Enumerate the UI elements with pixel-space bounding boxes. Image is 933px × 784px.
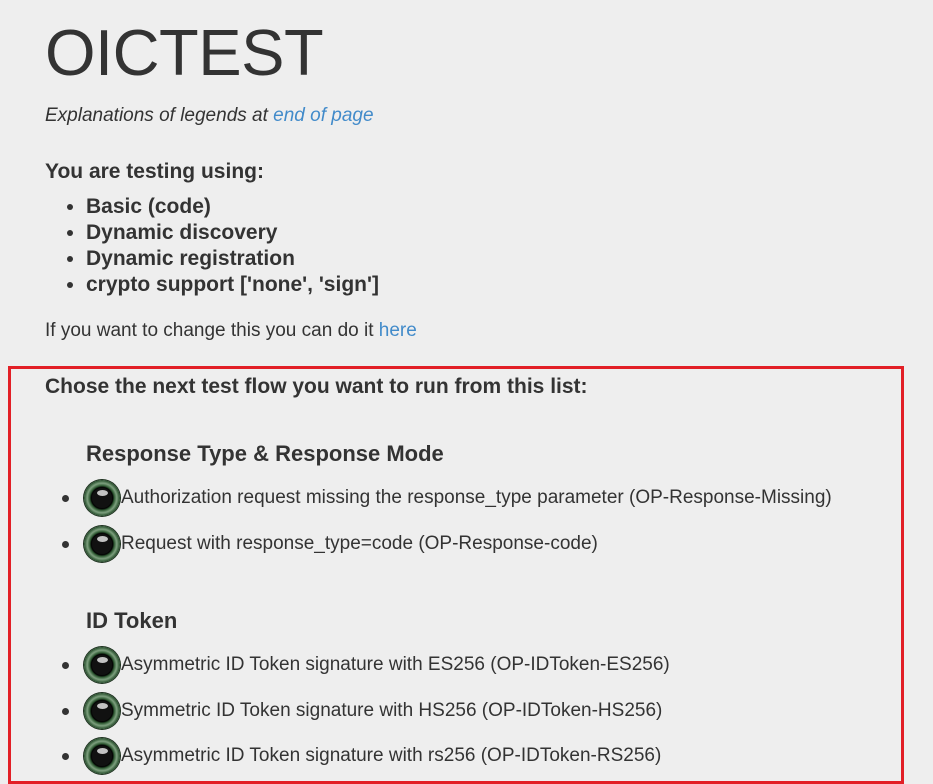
test-item-op-response-missing[interactable]: Authorization request missing the respon… xyxy=(62,479,832,517)
test-item-op-response-code[interactable]: Request with response_type=code (OP-Resp… xyxy=(62,525,598,563)
bullet xyxy=(62,707,69,715)
test-item-op-idtoken-hs256[interactable]: Symmetric ID Token signature with HS256 … xyxy=(62,692,662,730)
page-title: OICTEST xyxy=(45,16,324,89)
status-orb-icon xyxy=(84,738,120,774)
status-orb-icon xyxy=(84,480,120,516)
test-item-op-idtoken-rs256[interactable]: Asymmetric ID Token signature with rs256… xyxy=(62,737,661,775)
bullet xyxy=(62,752,69,760)
config-item: crypto support ['none', 'sign'] xyxy=(86,272,379,298)
config-item: Dynamic discovery xyxy=(86,220,379,246)
section-heading-response-type: Response Type & Response Mode xyxy=(86,441,444,466)
change-prefix: If you want to change this you can do it xyxy=(45,320,379,341)
testing-title: You are testing using: xyxy=(45,160,264,183)
bullet xyxy=(62,661,69,669)
change-config-link[interactable]: here xyxy=(379,320,417,341)
config-item: Dynamic registration xyxy=(86,246,379,272)
bullet xyxy=(62,540,69,548)
test-label[interactable]: Symmetric ID Token signature with HS256 … xyxy=(121,699,662,723)
test-label[interactable]: Request with response_type=code (OP-Resp… xyxy=(121,532,598,556)
flow-list-title: Chose the next test flow you want to run… xyxy=(45,375,588,398)
test-label[interactable]: Authorization request missing the respon… xyxy=(121,486,832,510)
legend-note: Explanations of legends at end of page xyxy=(45,104,374,128)
config-list: Basic (code) Dynamic discovery Dynamic r… xyxy=(45,194,379,298)
status-orb-icon xyxy=(84,693,120,729)
end-of-page-link[interactable]: end of page xyxy=(273,105,373,126)
change-note: If you want to change this you can do it… xyxy=(45,319,417,343)
bullet xyxy=(62,494,69,502)
legend-prefix: Explanations of legends at xyxy=(45,105,274,126)
test-label[interactable]: Asymmetric ID Token signature with ES256… xyxy=(121,653,670,677)
config-item: Basic (code) xyxy=(86,194,379,220)
test-item-op-idtoken-es256[interactable]: Asymmetric ID Token signature with ES256… xyxy=(62,646,670,684)
status-orb-icon xyxy=(84,526,120,562)
section-heading-id-token: ID Token xyxy=(86,608,178,633)
status-orb-icon xyxy=(84,647,120,683)
test-label[interactable]: Asymmetric ID Token signature with rs256… xyxy=(121,744,661,768)
